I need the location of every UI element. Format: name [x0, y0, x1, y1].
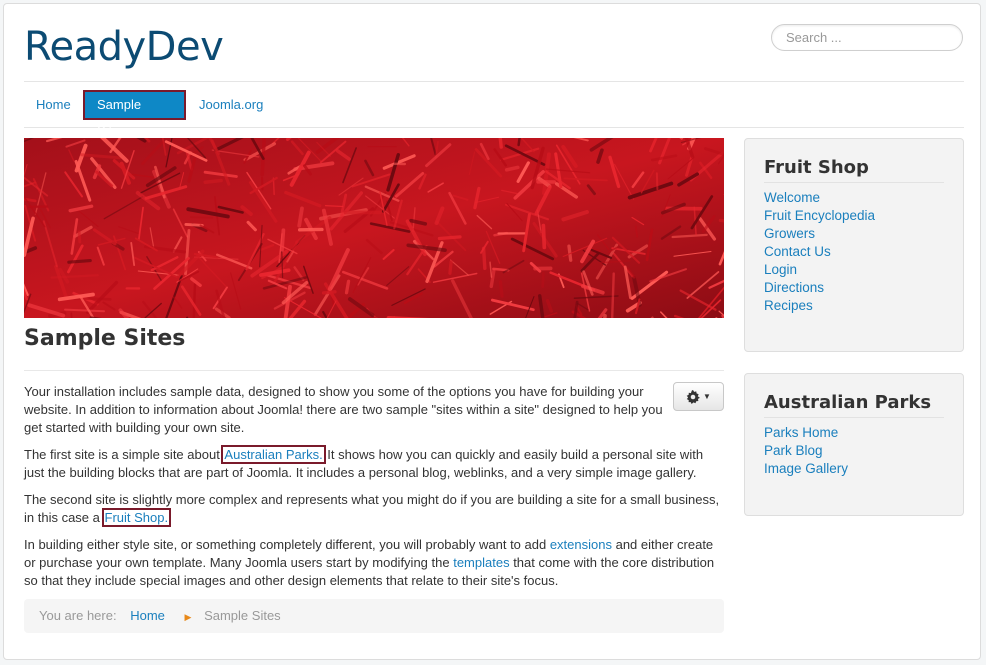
- article-paragraph: Your installation includes sample data, …: [24, 384, 663, 435]
- list-item: Welcome: [764, 189, 944, 207]
- menu-link-directions[interactable]: Directions: [764, 280, 824, 295]
- breadcrumb: You are here: Home ▶ Sample Sites: [24, 599, 724, 633]
- menu-link-fruit-encyclopedia[interactable]: Fruit Encyclopedia: [764, 208, 875, 223]
- menu-link-contact-us[interactable]: Contact Us: [764, 244, 831, 259]
- australian-parks-module: Australian Parks Parks Home Park Blog Im…: [744, 373, 964, 516]
- module-menu: Parks Home Park Blog Image Gallery: [764, 424, 944, 478]
- page-title: Sample Sites: [24, 326, 186, 351]
- fruit-shop-link[interactable]: Fruit Shop.: [101, 508, 172, 527]
- list-item: Park Blog: [764, 442, 944, 460]
- breadcrumb-home-link[interactable]: Home: [130, 608, 165, 623]
- extensions-link[interactable]: extensions: [550, 537, 612, 552]
- list-item: Fruit Encyclopedia: [764, 207, 944, 225]
- breadcrumb-label: You are here:: [39, 608, 117, 623]
- menu-link-parks-home[interactable]: Parks Home: [764, 425, 838, 440]
- article-paragraph: In building either style site, or someth…: [24, 536, 724, 590]
- module-title: Fruit Shop: [764, 157, 944, 183]
- menu-link-park-blog[interactable]: Park Blog: [764, 443, 823, 458]
- menu-link-recipes[interactable]: Recipes: [764, 298, 813, 313]
- menu-link-welcome[interactable]: Welcome: [764, 190, 820, 205]
- list-item: Image Gallery: [764, 460, 944, 478]
- article-body: Your installation includes sample data, …: [24, 383, 724, 599]
- module-menu: Welcome Fruit Encyclopedia Growers Conta…: [764, 189, 944, 315]
- triangle-right-icon: ▶: [184, 612, 192, 622]
- main-nav: Home Sample Sites Joomla.org: [24, 81, 964, 138]
- search-input[interactable]: [771, 24, 963, 51]
- banner-image: [24, 138, 724, 318]
- breadcrumb-current: Sample Sites: [204, 608, 281, 623]
- menu-link-image-gallery[interactable]: Image Gallery: [764, 461, 848, 476]
- nav-item-home[interactable]: Home: [24, 90, 83, 120]
- nav-item-sample-sites[interactable]: Sample Sites: [83, 90, 186, 138]
- menu-link-login[interactable]: Login: [764, 262, 797, 277]
- divider: [24, 370, 724, 371]
- list-item: Parks Home: [764, 424, 944, 442]
- list-item: Recipes: [764, 297, 944, 315]
- page-container: ReadyDev Home Sample Sites Joomla.org Sa…: [3, 3, 981, 660]
- article-paragraph: The first site is a simple site about Au…: [24, 445, 724, 482]
- nav-item-joomla-org[interactable]: Joomla.org: [187, 90, 275, 120]
- list-item: Directions: [764, 279, 944, 297]
- australian-parks-link[interactable]: Australian Parks.: [221, 445, 326, 464]
- article-paragraph: The second site is slightly more complex…: [24, 491, 724, 527]
- fruit-shop-module: Fruit Shop Welcome Fruit Encyclopedia Gr…: [744, 138, 964, 352]
- list-item: Growers: [764, 225, 944, 243]
- templates-link[interactable]: templates: [453, 555, 509, 570]
- site-brand[interactable]: ReadyDev: [24, 24, 224, 70]
- list-item: Contact Us: [764, 243, 944, 261]
- paragraph-text: In building either style site, or someth…: [24, 537, 550, 552]
- module-title: Australian Parks: [764, 392, 944, 418]
- paragraph-text: The first site is a simple site about: [24, 447, 224, 462]
- menu-link-growers[interactable]: Growers: [764, 226, 815, 241]
- list-item: Login: [764, 261, 944, 279]
